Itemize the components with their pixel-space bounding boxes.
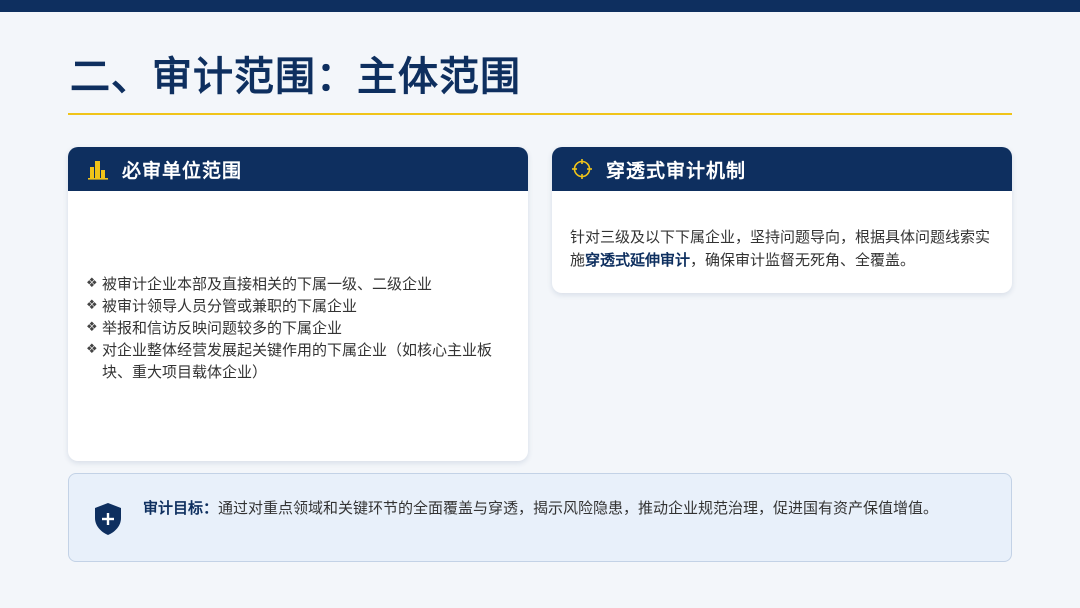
penetrating-audit-title: 穿透式审计机制 <box>606 159 747 182</box>
list-item-text: 被审计企业本部及直接相关的下属一级、二级企业 <box>102 275 433 293</box>
audit-goal-text: 审计目标：通过对重点领域和关键环节的全面覆盖与穿透，揭示风险隐患，推动企业规范治… <box>143 497 943 520</box>
highlight-text: 穿透式延伸审计 <box>585 251 691 269</box>
bullet-mark: ❖ <box>86 320 98 335</box>
list-item-text: 被审计领导人员分管或兼职的下属企业 <box>102 297 358 315</box>
bullet-mark: ❖ <box>86 298 98 313</box>
page-title: 二、审计范围：主体范围 <box>70 53 521 100</box>
list-item: ❖ 举报和信访反映问题较多的下属企业 <box>86 317 516 339</box>
list-item: ❖ 被审计企业本部及直接相关的下属一级、二级企业 <box>86 273 516 295</box>
buildings-icon <box>86 157 110 181</box>
audit-goal-box: 审计目标：通过对重点领域和关键环节的全面覆盖与穿透，揭示风险隐患，推动企业规范治… <box>68 473 1012 562</box>
required-units-header: 必审单位范围 <box>68 147 528 191</box>
penetrating-audit-card: 穿透式审计机制 针对三级及以下下属企业，坚持问题导向，根据具体问题线索实施穿透式… <box>552 147 1012 293</box>
list-item: ❖ 对企业整体经营发展起关键作用的下属企业（如核心主业板块、重大项目载体企业） <box>86 339 516 383</box>
audit-goal-body: 通过对重点领域和关键环节的全面覆盖与穿透，揭示风险隐患，推动企业规范治理，促进国… <box>218 499 939 517</box>
top-bar <box>0 0 1080 12</box>
crosshair-icon <box>570 157 594 181</box>
required-units-list: ❖ 被审计企业本部及直接相关的下属一级、二级企业 ❖ 被审计领导人员分管或兼职的… <box>86 273 516 383</box>
audit-goal-label: 审计目标： <box>143 499 219 517</box>
shield-plus-icon <box>93 502 123 536</box>
required-units-title: 必审单位范围 <box>122 159 243 182</box>
list-item: ❖ 被审计领导人员分管或兼职的下属企业 <box>86 295 516 317</box>
penetrating-audit-text: 针对三级及以下下属企业，坚持问题导向，根据具体问题线索实施穿透式延伸审计，确保审… <box>570 226 1000 272</box>
penetrating-audit-header: 穿透式审计机制 <box>552 147 1012 191</box>
text-after: ，确保审计监督无死角、全覆盖。 <box>690 251 916 269</box>
bullet-mark: ❖ <box>86 276 98 291</box>
list-item-text: 举报和信访反映问题较多的下属企业 <box>102 319 343 337</box>
required-units-card: 必审单位范围 ❖ 被审计企业本部及直接相关的下属一级、二级企业 ❖ 被审计领导人… <box>68 147 528 461</box>
title-underline <box>68 113 1012 115</box>
bullet-mark: ❖ <box>86 342 98 357</box>
list-item-text: 对企业整体经营发展起关键作用的下属企业（如核心主业板块、重大项目载体企业） <box>102 341 493 381</box>
